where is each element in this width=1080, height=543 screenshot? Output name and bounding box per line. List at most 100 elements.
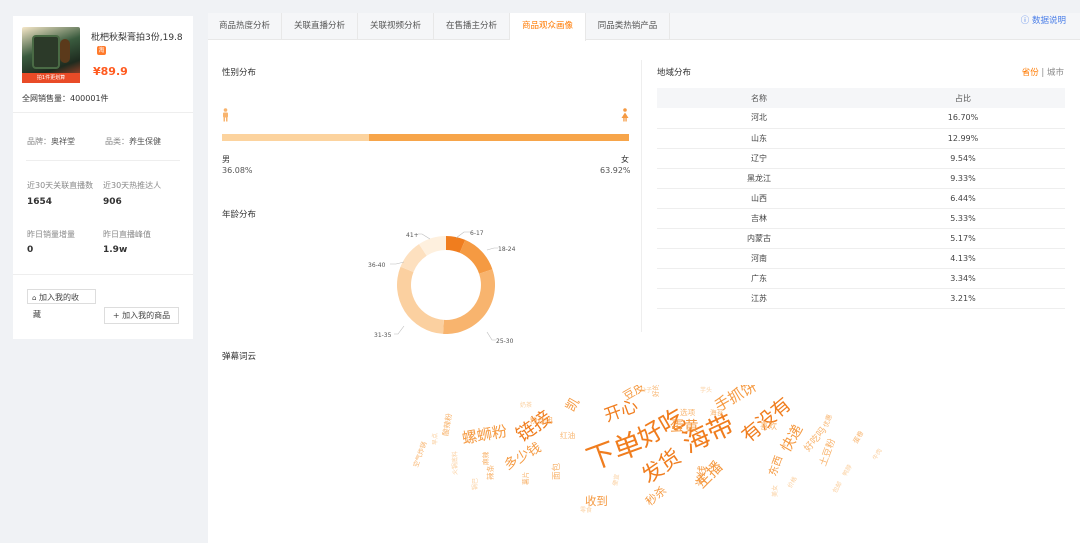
col-name-header: 名称 — [657, 88, 861, 108]
image-tag: 拍1件更划算 — [22, 73, 80, 83]
wordcloud-word: 价格 — [786, 475, 799, 490]
region-pct: 6.44% — [861, 188, 1065, 209]
wordcloud-word: 秒杀 — [642, 483, 670, 509]
wordcloud: 下单 好吃 海带 发货 有没有 链接 开心 螺蛳粉 主播 手抓饼 蛋黄 快递 多少钱凯豆皮 收到 秒杀 米线东… — [380, 385, 920, 535]
tab-streamers[interactable]: 在售播主分析 — [434, 13, 510, 40]
wordcloud-word: 麻辣 — [482, 451, 490, 465]
vertical-divider — [641, 60, 642, 332]
wordcloud-word: 锅巴 — [472, 477, 479, 490]
wordcloud-word: 选项 — [680, 408, 696, 417]
table-header-row: 名称 占比 — [657, 88, 1065, 108]
wordcloud-word: 空气炸锅 — [411, 440, 429, 469]
table-row: 河北 16.70% — [657, 108, 1065, 129]
stat2-label: 近30天热推达人 — [103, 181, 162, 190]
region-name: 黑龙江 — [657, 168, 861, 189]
female-icon — [621, 108, 629, 125]
region-pct: 5.33% — [861, 208, 1065, 229]
category-row: 品类：养生保健 — [105, 136, 161, 147]
age-title: 年龄分布 — [222, 210, 257, 220]
age-label-36-40: 36-40 — [368, 262, 386, 269]
age-donut: 6-17 18-24 25-30 31-35 36-40 41+ — [368, 230, 516, 345]
stat4-label: 昨日直播峰值 — [103, 230, 151, 239]
age-label-41-plus: 41+ — [406, 232, 419, 239]
region-name: 河南 — [657, 248, 861, 269]
region-pct: 9.33% — [861, 168, 1065, 189]
tab-video[interactable]: 关联视频分析 — [358, 13, 434, 40]
wordcloud-word: 面包 — [552, 462, 562, 480]
donut-slice-31-35[interactable] — [396, 266, 444, 334]
male-icon — [222, 108, 229, 125]
total-sales: 全网销售量：400001件 — [22, 94, 109, 103]
table-row: 广东 3.34% — [657, 268, 1065, 289]
female-label: 女 — [621, 155, 629, 164]
tab-audience[interactable]: 商品观众画像 — [510, 13, 586, 41]
product-title[interactable]: 枇杷秋梨膏拍3份,19.8 — [91, 30, 189, 43]
product-price: ¥89.9 — [93, 65, 128, 78]
wordcloud-word: 蛋卷 — [851, 429, 866, 445]
region-pct: 3.21% — [861, 288, 1065, 309]
wordcloud-word: 辣条 — [486, 464, 495, 480]
region-table: 名称 占比 河北 16.70% 山东 12.99% 辽宁 9.54% 黑龙江 9.33%… — [657, 88, 1065, 309]
add-favorite-button[interactable]: ⌂ 加入我的收 — [27, 289, 96, 304]
wordcloud-word: 公子 — [640, 387, 653, 394]
table-row: 河南 4.13% — [657, 248, 1065, 269]
toggle-province[interactable]: 省份 — [1022, 68, 1039, 78]
wordcloud-word: 奶茶 — [520, 402, 533, 409]
stat3-label: 昨日销量增量 — [27, 230, 75, 239]
tab-heat[interactable]: 商品热度分析 — [208, 13, 282, 40]
region-name: 广东 — [657, 268, 861, 289]
region-name: 山西 — [657, 188, 861, 209]
wordcloud-word: 火锅底料 — [452, 450, 459, 475]
donut-slice-25-30[interactable] — [443, 269, 496, 334]
brand-row: 品牌：奥祥堂 — [27, 136, 75, 147]
donut-slice-18-24[interactable] — [459, 239, 493, 274]
tab-bar: 商品热度分析 关联直播分析 关联视频分析 在售播主分析 商品观众画像 同品类热销… — [208, 13, 1080, 41]
toggle-city[interactable]: 城市 — [1047, 68, 1064, 78]
region-name: 河北 — [657, 108, 861, 129]
wordcloud-word: 东西 — [766, 454, 786, 478]
product-card: 拍1件更划算 枇杷秋梨膏拍3份,19.8 淘 ¥89.9 全网销售量：40000… — [13, 16, 193, 112]
brand-value: 奥祥堂 — [51, 137, 75, 146]
age-label-31-35: 31-35 — [374, 332, 392, 339]
wordcloud-word: 酸辣粉 — [440, 412, 454, 437]
region-pct: 9.54% — [861, 148, 1065, 169]
wordcloud-word: 鸭脖 — [841, 463, 854, 478]
table-row: 黑龙江 9.33% — [657, 168, 1065, 189]
age-label-18-24: 18-24 — [498, 246, 516, 253]
product-info-card: 品牌：奥祥堂 品类：养生保健 近30天关联直播数 1654 近30天热推达人 9… — [13, 112, 193, 339]
gender-title: 性别分布 — [222, 68, 257, 78]
region-name: 辽宁 — [657, 148, 861, 169]
brand-label: 品牌： — [27, 137, 51, 146]
tab-live[interactable]: 关联直播分析 — [282, 13, 358, 40]
taobao-shop-icon: 淘 — [97, 46, 106, 55]
wordcloud-word: 海苔 — [710, 409, 724, 417]
age-label-6-17: 6-17 — [470, 230, 484, 237]
help-label: 数据说明 — [1031, 16, 1066, 26]
region-toggle: 省份 | 城市 — [1022, 66, 1064, 78]
tab-similar[interactable]: 同品类热销产品 — [586, 13, 670, 40]
region-pct: 16.70% — [861, 108, 1065, 129]
wordcloud-word: 喜欢 — [760, 422, 778, 432]
table-row: 江苏 3.21% — [657, 288, 1065, 309]
product-image[interactable]: 拍1件更划算 — [22, 27, 80, 83]
region-pct: 12.99% — [861, 128, 1065, 149]
add-product-button[interactable]: + 加入我的商品 — [104, 307, 179, 324]
add-product-label: 加入我的商品 — [122, 311, 171, 320]
category-label: 品类： — [105, 137, 129, 146]
male-bar-fill — [222, 134, 369, 141]
wordcloud-word: 快递 — [778, 422, 807, 455]
female-pct: 63.92% — [600, 166, 631, 175]
data-help-link[interactable]: ⓘ 数据说明 — [1021, 14, 1066, 26]
wordcloud-word: 早点 — [432, 432, 439, 445]
spoon-shape — [60, 39, 70, 63]
table-row: 内蒙古 5.17% — [657, 228, 1065, 249]
region-pct: 4.13% — [861, 248, 1065, 269]
add-favorite-label-wrap: 藏 — [33, 310, 41, 319]
wordcloud-word: 薯片 — [522, 471, 530, 485]
wordcloud-word: 牛肉 — [871, 447, 884, 462]
divider — [13, 274, 193, 275]
region-title: 地域分布 — [657, 68, 692, 78]
age-label-25-30: 25-30 — [496, 338, 514, 345]
table-row: 山西 6.44% — [657, 188, 1065, 209]
region-name: 江苏 — [657, 288, 861, 309]
